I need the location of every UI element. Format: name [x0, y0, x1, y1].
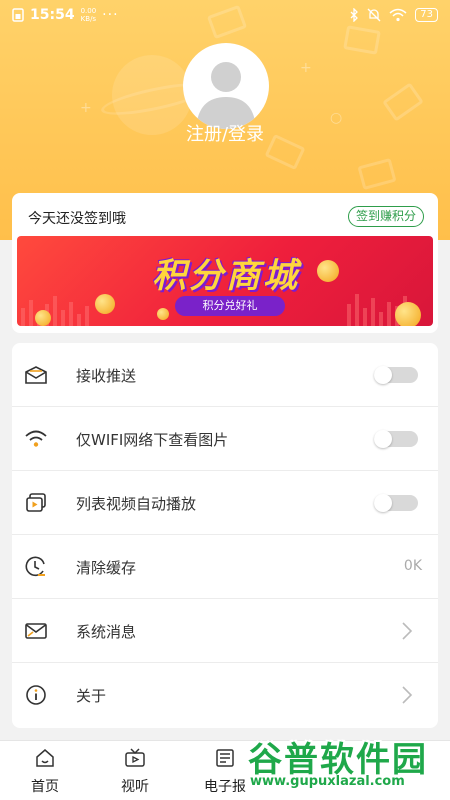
points-mall-banner[interactable]: 积分商城 积分兑好礼: [17, 236, 433, 326]
tab-label: 首页: [31, 779, 59, 795]
newspaper-icon: [216, 749, 234, 767]
setting-wifi-only-images[interactable]: 仅WIFI网络下查看图片: [12, 407, 438, 471]
setting-label: 列表视频自动播放: [76, 495, 197, 513]
wifi-icon: [25, 430, 47, 447]
sim-icon: [12, 8, 24, 22]
tv-icon: [125, 748, 145, 767]
sign-in-earn-points-button[interactable]: 签到赚积分: [347, 206, 424, 227]
setting-label: 仅WIFI网络下查看图片: [76, 431, 229, 449]
chevron-right-icon: [402, 686, 413, 704]
banner-subtitle: 积分兑好礼: [175, 296, 285, 316]
tab-label: 电子报: [204, 779, 246, 795]
setting-about[interactable]: 关于: [12, 663, 438, 727]
mute-bell-icon: [367, 8, 381, 22]
mail-icon: [25, 623, 47, 639]
net-speed-value: 0.00: [80, 7, 97, 15]
ticket-decoration: [357, 158, 397, 190]
settings-list: 接收推送 仅WIFI网络下查看图片 列表视频自动播放 清除缓存 0K 系统消息 …: [12, 343, 438, 728]
ticket-decoration: [382, 82, 424, 122]
autoplay-video-toggle[interactable]: [374, 494, 418, 512]
receive-push-toggle[interactable]: [374, 366, 418, 384]
cache-size-value: 0K: [403, 558, 422, 574]
video-play-icon: [26, 493, 46, 512]
clock-clean-icon: [25, 556, 45, 577]
tab-e-newspaper[interactable]: 电子报: [195, 747, 255, 797]
status-bar: 15:54 0.00 KB/s ··· 73: [0, 0, 450, 30]
toggle-knob: [374, 494, 392, 512]
watermark-url: www.gupuxlazal.com: [250, 774, 405, 789]
sparkle-decoration: +: [80, 100, 92, 116]
register-login-link[interactable]: 注册/登录: [0, 120, 450, 146]
setting-receive-push[interactable]: 接收推送: [12, 343, 438, 407]
info-icon: [26, 685, 46, 705]
home-icon: [36, 749, 54, 767]
toggle-knob: [374, 366, 392, 384]
setting-label: 关于: [76, 687, 107, 705]
tab-label: 视听: [121, 779, 149, 795]
clock: 15:54: [30, 7, 75, 23]
coin-decoration: [395, 302, 421, 326]
wifi-status-icon: [389, 8, 407, 22]
tab-home[interactable]: 首页: [15, 747, 75, 797]
banner-title: 积分商城: [152, 256, 300, 296]
bluetooth-icon: [350, 8, 359, 22]
toggle-knob: [374, 430, 392, 448]
default-avatar-icon: [196, 62, 256, 129]
coin-decoration: [157, 308, 169, 320]
avatar[interactable]: [183, 43, 269, 129]
tab-audio-video[interactable]: 视听: [105, 747, 165, 797]
net-speed-unit: KB/s: [80, 15, 97, 23]
sign-in-card: 今天还没签到哦 签到赚积分 积分商城 积分兑好礼: [12, 193, 438, 333]
setting-system-messages[interactable]: 系统消息: [12, 599, 438, 663]
site-watermark: 谷普软件园 www.gupuxlazal.com: [248, 732, 446, 794]
coin-decoration: [95, 294, 115, 314]
coin-decoration: [35, 310, 51, 326]
battery-indicator: 73: [415, 8, 438, 22]
setting-clear-cache[interactable]: 清除缓存 0K: [12, 535, 438, 599]
more-notifications-icon: ···: [102, 7, 119, 23]
wifi-only-images-toggle[interactable]: [374, 430, 418, 448]
setting-label: 系统消息: [76, 623, 137, 641]
net-speed: 0.00 KB/s: [81, 7, 97, 23]
setting-autoplay-video[interactable]: 列表视频自动播放: [12, 471, 438, 535]
sparkle-decoration: +: [300, 60, 312, 76]
setting-label: 清除缓存: [76, 559, 137, 577]
sign-in-prompt: 今天还没签到哦: [28, 211, 126, 227]
envelope-open-icon: [25, 366, 47, 384]
chevron-right-icon: [402, 622, 413, 640]
setting-label: 接收推送: [76, 367, 137, 385]
